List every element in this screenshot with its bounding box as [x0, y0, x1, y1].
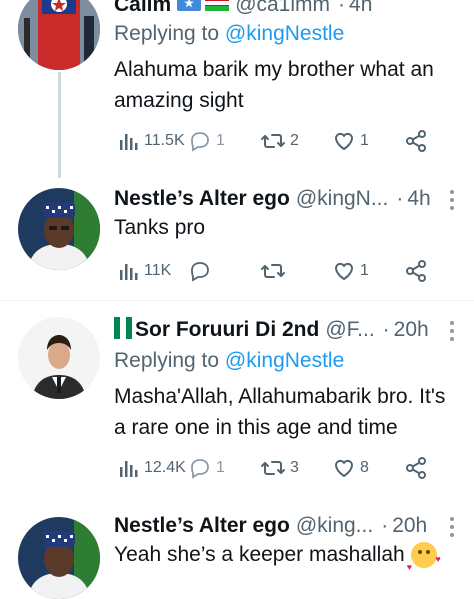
share-icon: [406, 457, 426, 479]
reply-button[interactable]: 1: [188, 128, 225, 154]
retweet-button[interactable]: [260, 258, 286, 284]
replying-to: Replying to @kingNestle: [114, 20, 344, 48]
nigeria-flag-icon: [114, 317, 132, 343]
tweet-text: Tanks pro: [114, 216, 206, 239]
more-icon[interactable]: [450, 517, 454, 537]
like-button[interactable]: 1: [332, 258, 369, 284]
share-button[interactable]: [404, 258, 428, 284]
like-button[interactable]: 8: [332, 455, 369, 481]
like-icon: [335, 459, 353, 477]
somalia-flag-icon: [177, 0, 202, 18]
share-icon: [406, 130, 426, 152]
views-count: 12.4K: [144, 459, 186, 476]
avatar[interactable]: [18, 317, 100, 399]
views-icon: [120, 264, 138, 280]
likes-count: 8: [360, 459, 369, 476]
replying-to: Replying to @kingNestle: [114, 347, 344, 375]
more-icon[interactable]: [450, 321, 454, 341]
avatar[interactable]: [18, 188, 100, 270]
timestamp[interactable]: 4h: [349, 0, 372, 18]
replying-prefix: Replying to: [114, 349, 225, 372]
tweet-text-row: Yeah she’s a keeper mashallah ♥ ♥: [114, 539, 456, 572]
display-name[interactable]: Nestle’s Alter ego: [114, 186, 290, 212]
like-icon: [335, 132, 353, 150]
more-icon[interactable]: [450, 190, 454, 210]
retweets-count: 2: [290, 132, 299, 149]
display-name[interactable]: Sor Foruuri Di 2nd: [135, 317, 319, 343]
retweets-count: 3: [290, 459, 299, 476]
handle[interactable]: @king...: [296, 513, 373, 539]
replying-to-link[interactable]: @kingNestle: [225, 349, 344, 372]
timestamp[interactable]: 4h: [407, 186, 430, 212]
tweet-text: Alahuma barik my brother what an amazing…: [114, 58, 434, 112]
views-icon: [120, 461, 138, 477]
replying-prefix: Replying to: [114, 22, 225, 45]
views-button[interactable]: 11.5K: [118, 128, 185, 154]
replying-to-link[interactable]: @kingNestle: [225, 22, 344, 45]
tweet-reply-sor-foruuri[interactable]: Sor Foruuri Di 2nd @F... · 20h Replying …: [0, 301, 474, 501]
tweet-actions: 11K 1: [114, 258, 454, 284]
tweet-reply-nestle-2[interactable]: Nestle’s Alter ego @king... · 20h Yeah s…: [0, 501, 474, 599]
share-button[interactable]: [404, 455, 428, 481]
views-button[interactable]: 12.4K: [118, 455, 186, 481]
tweet-text: Yeah she’s a keeper mashallah: [114, 543, 405, 566]
views-icon: [120, 134, 138, 150]
likes-count: 1: [360, 262, 369, 279]
views-button[interactable]: 11K: [118, 258, 171, 284]
tweet-text: Masha'Allah, Allahumabarik bro. It's a r…: [114, 385, 446, 439]
replies-count: 1: [216, 132, 225, 149]
views-count: 11.5K: [144, 132, 185, 149]
separator-dot: ·: [381, 514, 389, 537]
share-button[interactable]: [404, 128, 428, 154]
views-count: 11K: [144, 262, 172, 279]
handle[interactable]: @ca1imm: [235, 0, 330, 18]
separator-dot: ·: [338, 0, 346, 16]
tweet-reply-calim[interactable]: Calim @ca1imm · 4h Replying to @kingNest…: [0, 0, 474, 170]
reply-icon: [191, 262, 209, 282]
reply-icon: [191, 459, 209, 479]
replies-count: 1: [216, 459, 225, 476]
uzbekistan-flag-icon: [205, 0, 230, 18]
reply-icon: [191, 132, 209, 152]
retweet-button[interactable]: 2: [260, 128, 299, 154]
retweet-icon: [261, 264, 285, 278]
timestamp[interactable]: 20h: [394, 317, 429, 343]
reply-button[interactable]: [188, 258, 212, 284]
tweet-actions: 12.4K 1 3 8: [114, 455, 454, 481]
separator-dot: ·: [382, 318, 390, 341]
handle[interactable]: @F...: [325, 317, 374, 343]
avatar[interactable]: [18, 517, 100, 599]
avatar[interactable]: [18, 0, 100, 70]
retweet-button[interactable]: 3: [260, 455, 299, 481]
tweet-actions: 11.5K 1 2 1: [114, 128, 454, 154]
display-name[interactable]: Calim: [114, 0, 171, 18]
handle[interactable]: @kingN...: [296, 186, 389, 212]
like-button[interactable]: 1: [332, 128, 369, 154]
retweet-icon: [261, 461, 285, 475]
likes-count: 1: [360, 132, 369, 149]
timestamp[interactable]: 20h: [392, 513, 427, 539]
retweet-icon: [261, 134, 285, 148]
reply-button[interactable]: 1: [188, 455, 225, 481]
share-icon: [406, 260, 426, 282]
separator-dot: ·: [396, 187, 404, 210]
tweet-reply-nestle-1[interactable]: Nestle’s Alter ego @kingN... · 4h Tanks …: [0, 178, 474, 298]
smiling-face-with-hearts-icon: ♥ ♥: [407, 542, 441, 572]
display-name[interactable]: Nestle’s Alter ego: [114, 513, 290, 539]
like-icon: [335, 262, 353, 280]
